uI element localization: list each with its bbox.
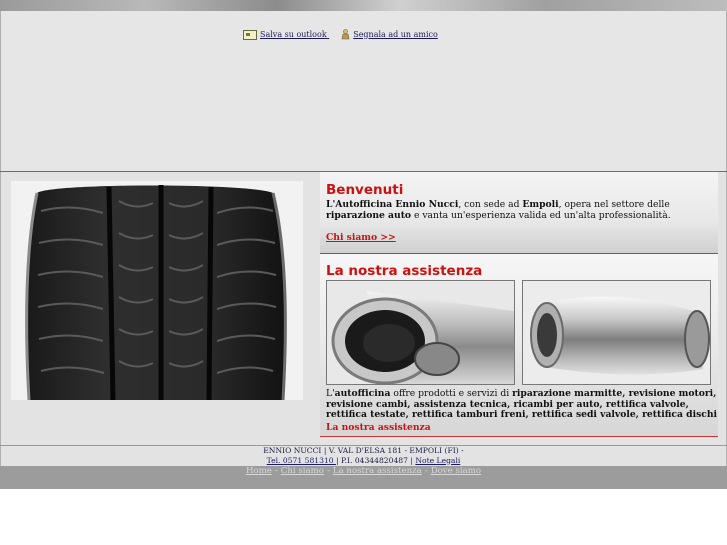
header-panel: Salva su outlook Segnala ad un amico bbox=[0, 11, 727, 171]
signal-friend-link[interactable]: Segnala ad un amico bbox=[341, 29, 438, 40]
nav-separator: - bbox=[326, 466, 330, 476]
footer-legal-link[interactable]: Note Legali bbox=[415, 456, 460, 465]
chi-siamo-link[interactable]: Chi siamo >> bbox=[326, 232, 396, 243]
top-banner bbox=[0, 0, 727, 11]
welcome-text-part: , opera nel settore delle bbox=[558, 199, 670, 210]
assistance-title: La nostra assistenza bbox=[326, 263, 483, 279]
muffler-image-1 bbox=[326, 280, 515, 385]
assistance-link[interactable]: La nostra assistenza bbox=[326, 422, 431, 433]
nav-separator: - bbox=[274, 466, 278, 476]
footer-tel-link[interactable]: Tel. 0571 581310 bbox=[267, 456, 336, 465]
save-outlook-label: Salva su outlook bbox=[260, 29, 327, 39]
nav-home-link[interactable]: Home bbox=[246, 466, 272, 476]
muffler-image-2 bbox=[522, 280, 711, 385]
toolbar-links: Salva su outlook Segnala ad un amico bbox=[243, 29, 450, 40]
signal-friend-label: Segnala ad un amico bbox=[353, 29, 438, 39]
welcome-text-part: , con sede ad bbox=[458, 199, 523, 210]
assistance-section: La nostra assistenza L'autofficina offre… bbox=[320, 254, 718, 437]
footer-contacts: Tel. 0571 581310 | P.I. 04344820487 | No… bbox=[1, 456, 726, 466]
assistance-text: L'autofficina offre prodotti e servizi d… bbox=[326, 388, 718, 421]
assistance-keyword: autofficina bbox=[334, 388, 391, 399]
footer: ENNIO NUCCI | V. VAL D'ELSA 181 - EMPOLI… bbox=[0, 446, 727, 466]
welcome-text: L'Autofficina Ennio Nucci, con sede ad E… bbox=[326, 199, 714, 221]
outlook-calendar-icon bbox=[243, 29, 257, 40]
welcome-company: L'Autofficina Ennio Nucci bbox=[326, 199, 459, 210]
nav-separator: - bbox=[424, 466, 428, 476]
content-area: Benvenuti L'Autofficina Ennio Nucci, con… bbox=[0, 172, 727, 445]
tire-image bbox=[11, 181, 303, 400]
nav-bar: Home - Chi siamo - La nostra assistenza - Dove… bbox=[0, 466, 727, 489]
nav-dove-siamo-link[interactable]: Dove siamo bbox=[431, 466, 481, 476]
nav-chi-siamo-link[interactable]: Chi siamo bbox=[281, 466, 324, 476]
assistance-text-part: offre prodotti e servizi di bbox=[390, 388, 513, 399]
welcome-title: Benvenuti bbox=[326, 182, 404, 198]
welcome-section: Benvenuti L'Autofficina Ennio Nucci, con… bbox=[320, 172, 718, 254]
welcome-text-part: e vanta un'esperienza valida ed un'alta … bbox=[411, 210, 671, 221]
footer-piva: | P.I. 04344820487 | bbox=[336, 455, 413, 465]
welcome-city: Empoli bbox=[522, 199, 559, 210]
welcome-service: riparazione auto bbox=[326, 210, 412, 221]
nav-assistenza-link[interactable]: La nostra assistenza bbox=[333, 466, 422, 476]
person-icon bbox=[341, 29, 350, 40]
assistance-text-part: L' bbox=[326, 388, 335, 399]
save-outlook-link[interactable]: Salva su outlook bbox=[243, 29, 329, 40]
footer-address: ENNIO NUCCI | V. VAL D'ELSA 181 - EMPOLI… bbox=[263, 446, 464, 455]
